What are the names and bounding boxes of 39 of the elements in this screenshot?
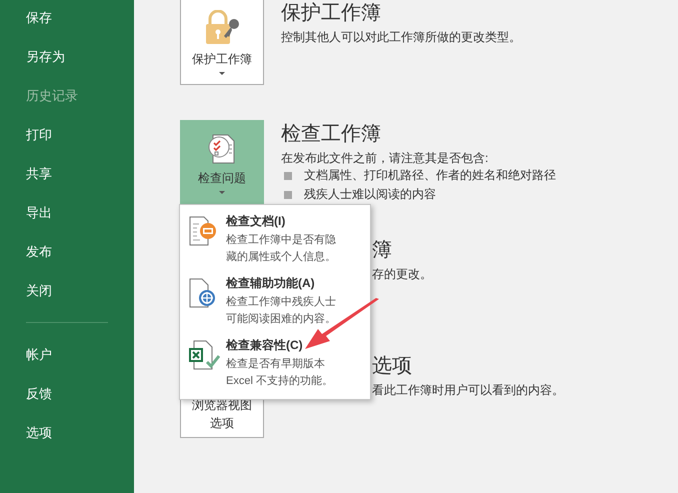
sidebar-item[interactable]: 打印 <box>0 115 134 154</box>
checklist-document-icon <box>207 132 237 164</box>
menu-item-title: 检查文档(I) <box>226 213 286 230</box>
bullet-icon <box>284 190 292 198</box>
sidebar-item[interactable]: 导出 <box>0 193 134 232</box>
feature-button[interactable]: 检查问题 <box>180 120 264 206</box>
menu-item[interactable]: 检查文档(I) 检查工作簿中是否有隐藏的属性或个人信息。 <box>180 209 370 271</box>
menu-item-description: 检查是否有早期版本 Excel 不支持的功能。 <box>226 357 334 389</box>
menu-item[interactable]: 检查辅助功能(A) 检查工作簿中残疾人士可能阅读困难的内容。 <box>180 271 370 333</box>
menu-item[interactable]: 检查兼容性(C) 检查是否有早期版本 Excel 不支持的功能。 <box>180 333 370 395</box>
sidebar-item[interactable]: 保存 <box>0 0 134 37</box>
section-title: 检查工作簿 <box>281 122 382 147</box>
accessibility-document-icon <box>188 278 218 308</box>
document-inspect-icon <box>188 216 218 246</box>
bullet-icon <box>284 172 292 180</box>
sidebar-item[interactable]: 反馈 <box>0 374 134 413</box>
section-description: 在发布此文件之前，请注意其是否包含: <box>281 150 490 167</box>
excel-check-icon <box>188 340 220 370</box>
section-title: 簿 <box>372 238 393 263</box>
sidebar-item[interactable]: 关闭 <box>0 271 134 310</box>
menu-item-title: 检查兼容性(C) <box>226 337 304 354</box>
dropdown-caret-icon <box>219 190 225 194</box>
menu-item-title: 检查辅助功能(A) <box>226 275 316 292</box>
sidebar-item[interactable]: 选项 <box>0 413 134 452</box>
feature-button[interactable]: 保护工作簿 <box>180 0 264 85</box>
dropdown-caret-icon <box>219 72 225 74</box>
sidebar-item[interactable]: 共享 <box>0 154 134 193</box>
section-description: 存的更改。 <box>372 266 432 283</box>
menu-item-description: 检查工作簿中是否有隐藏的属性或个人信息。 <box>226 233 337 265</box>
sidebar-item[interactable]: 帐户 <box>0 335 134 374</box>
section-title: 保护工作簿 <box>281 1 382 26</box>
sidebar-item[interactable]: 另存为 <box>0 37 134 76</box>
section-description: 控制其他人可以对此工作簿所做的更改类型。 <box>281 29 521 46</box>
menu-item-description: 检查工作簿中残疾人士可能阅读困难的内容。 <box>226 295 337 327</box>
bullet-text: 文档属性、打印机路径、作者的姓名和绝对路径 <box>304 167 556 184</box>
section-description: 看此工作簿时用户可以看到的内容。 <box>372 382 564 399</box>
sidebar-item[interactable]: 发布 <box>0 232 134 271</box>
bullet-text: 残疾人士难以阅读的内容 <box>304 186 436 203</box>
section-title: 选项 <box>372 354 413 379</box>
